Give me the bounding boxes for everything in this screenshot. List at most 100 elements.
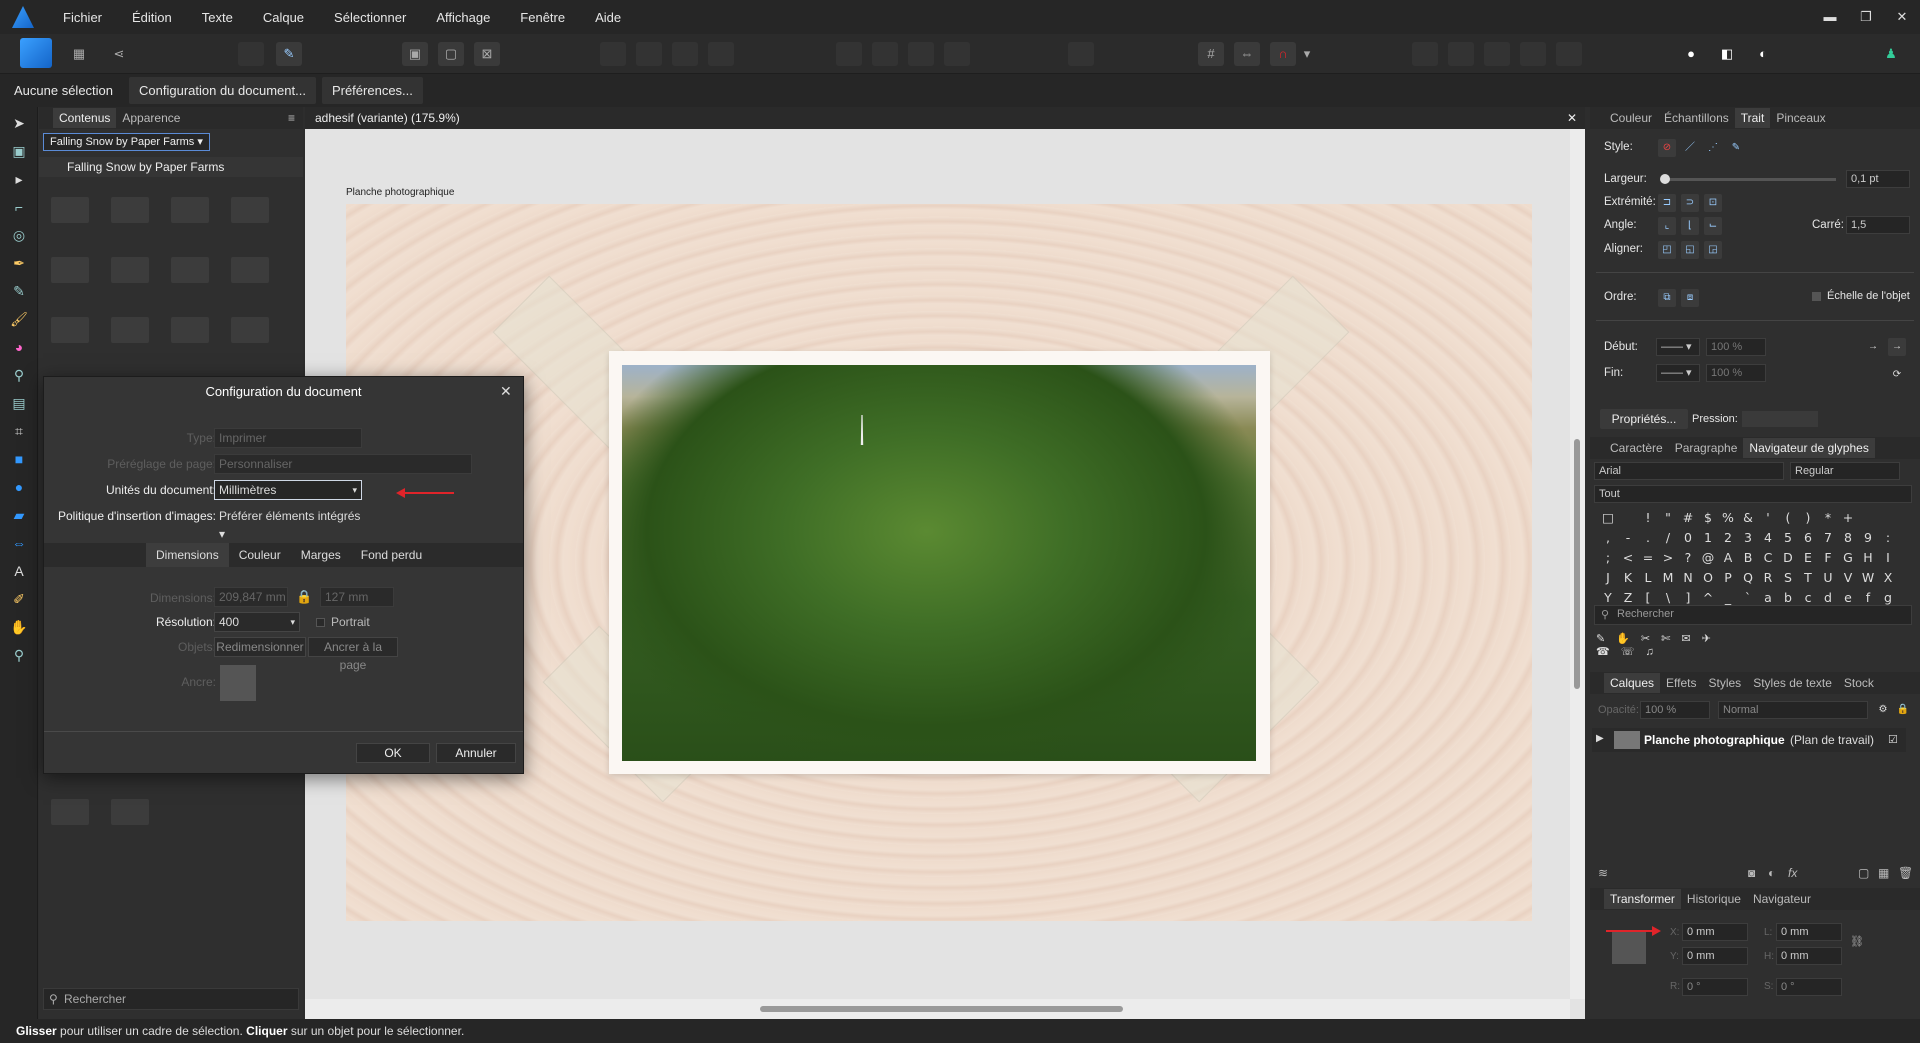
end-arrow-select[interactable]: —— ▾ [1656, 364, 1700, 382]
expand-triangle-icon[interactable]: ▶ [1596, 733, 1604, 744]
transparency-tool-icon[interactable]: ⚲ [9, 365, 29, 385]
pencil-tool-icon[interactable]: ✎ [9, 281, 29, 301]
tab-fond-perdu[interactable]: Fond perdu [351, 543, 432, 567]
pressure-graph[interactable] [1742, 411, 1818, 427]
resolution-select[interactable]: 400 ▾ [214, 612, 300, 632]
vertical-scrollbar[interactable] [1570, 129, 1585, 999]
x-position-field[interactable]: 0 mm [1682, 923, 1748, 941]
font-weight-select[interactable]: Regular [1790, 462, 1900, 480]
brush-tool-icon[interactable]: 🖌 [9, 309, 29, 329]
transform-icon[interactable] [1068, 42, 1094, 66]
glyph-cell[interactable]: 0 [1678, 528, 1698, 548]
node-tool-icon[interactable]: ▸ [9, 169, 29, 189]
glyph-cell[interactable]: 3 [1738, 528, 1758, 548]
miter-field[interactable]: 1,5 [1846, 216, 1910, 234]
glyph-cell[interactable]: " [1658, 508, 1678, 528]
glyph-cell[interactable]: 8 [1838, 528, 1858, 548]
close-window-button[interactable]: ✕ [1884, 9, 1920, 25]
asset-thumbnail[interactable] [111, 317, 149, 343]
group-icon[interactable]: ▦ [1878, 866, 1889, 880]
glyph-cell[interactable]: 9 [1858, 528, 1878, 548]
width-transform-field[interactable]: 0 mm [1776, 923, 1842, 941]
glyph-cell[interactable]: C [1758, 548, 1778, 568]
glyph-cell[interactable]: J [1598, 568, 1618, 588]
end-arrow-scale-field[interactable]: 100 % [1706, 364, 1766, 382]
move-tool-icon[interactable]: ➤ [9, 113, 29, 133]
menu-fichier[interactable]: Fichier [48, 10, 117, 25]
zoom-tool-icon[interactable]: ⚲ [9, 645, 29, 665]
stroke-behind-icon[interactable]: ⧉ [1658, 289, 1676, 307]
hand-tool-icon[interactable]: ✋ [9, 617, 29, 637]
fill-tool-icon[interactable]: ◕ [9, 337, 29, 357]
document-units-select[interactable]: Millimètres ▾ [214, 480, 362, 500]
glyph-cell[interactable]: O [1698, 568, 1718, 588]
asset-thumbnail[interactable] [51, 317, 89, 343]
share-icon[interactable]: ⋖ [106, 42, 132, 66]
glyph-cell[interactable]: ? [1678, 548, 1698, 568]
close-document-icon[interactable]: ✕ [1567, 107, 1577, 129]
mode-icon-3[interactable]: ◐ [1750, 42, 1776, 66]
text-tool-icon[interactable]: A [9, 561, 29, 581]
horizontal-scroll-thumb[interactable] [760, 1006, 1123, 1012]
glyph-cell[interactable]: E [1798, 548, 1818, 568]
menu-selectionner[interactable]: Sélectionner [319, 10, 421, 25]
anchor-to-page-button[interactable]: Ancrer à la page [308, 637, 398, 672]
page-preset-select[interactable]: Personnaliser [214, 454, 472, 474]
glyph-cell[interactable]: G [1838, 548, 1858, 568]
tab-navigateur[interactable]: Navigateur [1747, 889, 1817, 909]
tab-historique[interactable]: Historique [1681, 889, 1747, 909]
glyph-cell[interactable]: # [1678, 508, 1698, 528]
y-position-field[interactable]: 0 mm [1682, 947, 1748, 965]
glyph-cell[interactable]: X [1878, 568, 1898, 588]
glyph-cell[interactable]: 7 [1818, 528, 1838, 548]
stroke-width-slider[interactable] [1662, 178, 1836, 181]
tab-glyph-browser[interactable]: Navigateur de glyphes [1743, 438, 1875, 458]
delete-layer-icon[interactable]: 🗑 [1898, 866, 1913, 880]
arrange-icon-4[interactable] [708, 42, 734, 66]
document-tab[interactable]: adhesif (variante) (175.9%) ✕ [305, 107, 1585, 129]
height-field[interactable]: 127 mm [320, 587, 394, 607]
asset-thumbnail[interactable] [171, 197, 209, 223]
glyph-cell[interactable]: S [1778, 568, 1798, 588]
arrange-icon-1[interactable] [600, 42, 626, 66]
glyph-cell[interactable]: Q [1738, 568, 1758, 588]
asset-thumbnail[interactable] [111, 799, 149, 825]
asset-thumbnail[interactable] [51, 197, 89, 223]
glyph-cell[interactable]: □ [1598, 508, 1618, 528]
designer-persona-icon[interactable] [20, 38, 52, 68]
swap-arrows-icon[interactable]: ⟳ [1888, 366, 1906, 384]
glyph-cell[interactable]: R [1758, 568, 1778, 588]
tab-styles[interactable]: Styles [1703, 673, 1748, 693]
crop-tool-icon[interactable]: ⌗ [9, 421, 29, 441]
dialog-close-icon[interactable]: ✕ [500, 383, 512, 400]
align-icon-3[interactable] [908, 42, 934, 66]
artboard-tool-icon[interactable]: ▣ [9, 141, 29, 161]
arrange-icon-2[interactable] [636, 42, 662, 66]
transform-anchor-icon[interactable] [1612, 930, 1646, 964]
boolean-icon-1[interactable] [1412, 42, 1438, 66]
snap-icon[interactable] [238, 42, 264, 66]
preferences-button[interactable]: Préférences... [321, 77, 423, 104]
round-join-icon[interactable]: ⌊ [1681, 217, 1699, 235]
glyph-cell[interactable]: < [1618, 548, 1638, 568]
pen-tool-icon[interactable]: ✒ [9, 253, 29, 273]
glyph-cell[interactable]: B [1738, 548, 1758, 568]
color-picker-tool-icon[interactable]: ✐ [9, 589, 29, 609]
glyph-cell[interactable]: ! [1638, 508, 1658, 528]
blend-mode-select[interactable]: Normal [1718, 701, 1868, 719]
align-icon-4[interactable] [944, 42, 970, 66]
glyph-cell[interactable]: : [1878, 528, 1898, 548]
menu-fenetre[interactable]: Fenêtre [505, 10, 580, 25]
corner-tool-icon[interactable]: ⌐ [9, 197, 29, 217]
asset-thumbnail[interactable] [171, 317, 209, 343]
resize-button[interactable]: Redimensionner [214, 637, 306, 657]
arrange-icon-3[interactable] [672, 42, 698, 66]
menu-aide[interactable]: Aide [580, 10, 636, 25]
glyph-cell[interactable]: % [1718, 508, 1738, 528]
anchor-grid-icon[interactable] [220, 665, 256, 701]
snapping-dropdown-icon[interactable]: ▾ [1300, 42, 1314, 66]
layer-row[interactable]: ▶ Planche photographique (Plan de travai… [1592, 728, 1906, 752]
opacity-field[interactable]: 100 % [1640, 701, 1710, 719]
snap-toggle-icon[interactable]: ⇔ [1234, 42, 1260, 66]
point-transform-tool-icon[interactable]: ◎ [9, 225, 29, 245]
